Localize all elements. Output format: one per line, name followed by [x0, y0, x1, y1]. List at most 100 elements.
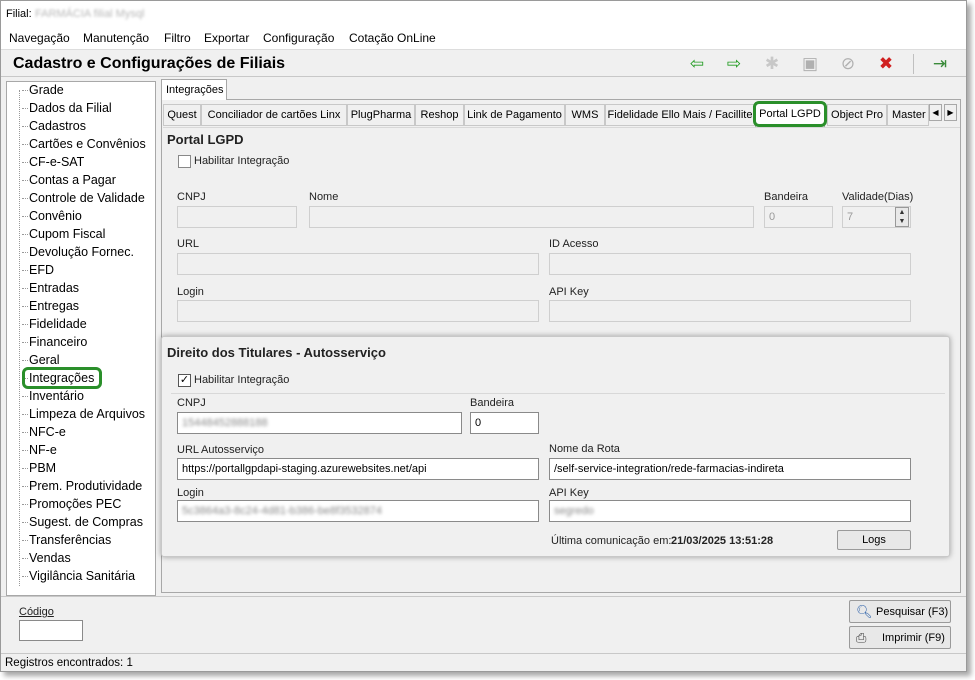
stepper-up-icon[interactable]: ▲: [896, 208, 908, 217]
codigo-label: Código: [19, 606, 54, 618]
sidebar-item-nfce[interactable]: NFC-e: [22, 425, 66, 439]
last-communication-value: 21/03/2025 13:51:28: [671, 535, 774, 547]
sidebar-item-inventario[interactable]: Inventário: [22, 389, 84, 403]
autosservico-bandeira-field[interactable]: 0: [470, 412, 539, 434]
tree-line: [19, 90, 20, 586]
sidebar-item-cadastros[interactable]: Cadastros: [22, 119, 86, 133]
pesquisar-button[interactable]: 🔍︎ Pesquisar (F3): [849, 600, 951, 623]
autosservico-url-field[interactable]: https://portallgpdapi-staging.azurewebsi…: [177, 458, 539, 480]
portal-bandeira-field[interactable]: 0: [764, 206, 833, 228]
save-icon[interactable]: ▣: [799, 54, 821, 74]
arrow-right-icon[interactable]: ⇨: [723, 54, 745, 74]
sidebar-item-pbm[interactable]: PBM: [21, 461, 56, 475]
portal-login-field[interactable]: [177, 300, 539, 322]
portal-validade-label: Validade(Dias): [842, 191, 914, 203]
sidebar-item-contas-a-pagar[interactable]: Contas a Pagar: [22, 173, 116, 187]
portal-cnpj-field[interactable]: [177, 206, 297, 228]
portal-bandeira-label: Bandeira: [764, 191, 809, 203]
sidebar-item-financeiro[interactable]: Financeiro: [21, 335, 87, 349]
search-icon: 🔍︎: [856, 604, 873, 619]
sidebar-item-nfe[interactable]: NF-e: [22, 443, 57, 457]
cancel-icon[interactable]: ⊘: [837, 54, 859, 74]
menu-configuracao[interactable]: Configuração: [263, 31, 334, 45]
integracoes-highlight: [22, 367, 102, 389]
sidebar-item-limpeza-arquivos[interactable]: Limpeza de Arquivos: [21, 407, 145, 421]
tab-object-pro[interactable]: Object Pro: [827, 104, 887, 126]
sidebar-item-cartoes-convenios[interactable]: Cartões e Convênios: [22, 137, 146, 151]
titlebar: Filial: FARMÁCIA filial Mysql: [1, 1, 966, 27]
portal-lgpd-highlight: [753, 101, 827, 127]
sidebar-item-dados-da-filial[interactable]: Dados da Filial: [22, 101, 112, 115]
printer-icon: ⎙: [856, 630, 867, 645]
toolbar-divider: [913, 54, 914, 74]
stepper-down-icon[interactable]: ▼: [896, 217, 908, 226]
sidebar-item-cupom-fiscal[interactable]: Cupom Fiscal: [21, 227, 105, 241]
tab-conciliador[interactable]: Conciliador de cartões Linx: [201, 104, 347, 126]
tabs-scroll-left-icon[interactable]: ◀: [929, 104, 942, 121]
portal-lgpd-title: Portal LGPD: [167, 132, 244, 147]
sidebar-item-entradas[interactable]: Entradas: [21, 281, 79, 295]
autosservico-enable-label: Habilitar Integração: [194, 374, 290, 386]
tab-wms[interactable]: WMS: [565, 104, 605, 126]
sidebar-item-promocoes-pec[interactable]: Promoções PEC: [21, 497, 121, 511]
autosservico-login-field[interactable]: 5c3864a3-8c24-4d81-b386-be8f3532874: [177, 500, 539, 522]
portal-id-field[interactable]: [549, 253, 911, 275]
tab-integracoes[interactable]: Integrações: [161, 79, 227, 100]
logs-button[interactable]: Logs: [837, 530, 911, 550]
autosservico-title: Direito dos Titulares - Autosserviço: [167, 345, 386, 360]
autosservico-rota-field[interactable]: /self-service-integration/rede-farmacias…: [549, 458, 911, 480]
validade-stepper[interactable]: ▲ ▼: [895, 207, 909, 227]
sidebar-item-controle-validade[interactable]: Controle de Validade: [22, 191, 145, 205]
sidebar-item-fidelidade[interactable]: Fidelidade: [22, 317, 87, 331]
sidebar-item-geral[interactable]: Geral: [22, 353, 60, 367]
menu-cotacao-online[interactable]: Cotação OnLine: [349, 31, 436, 45]
tab-quest[interactable]: Quest: [163, 104, 201, 126]
sidebar-item-entregas[interactable]: Entregas: [21, 299, 79, 313]
sidebar-item-cfe-sat[interactable]: CF-e-SAT: [21, 155, 84, 169]
exit-icon[interactable]: ⇥: [929, 54, 951, 74]
autosservico-cnpj-field[interactable]: 15448452888188: [177, 412, 462, 434]
autosservico-cnpj-label: CNPJ: [177, 397, 206, 409]
tab-plugpharma[interactable]: PlugPharma: [347, 104, 415, 126]
portal-url-field[interactable]: [177, 253, 539, 275]
sidebar-item-grade[interactable]: Grade: [22, 83, 64, 97]
delete-icon[interactable]: ✖: [875, 54, 897, 74]
imprimir-button[interactable]: ⎙ Imprimir (F9): [849, 626, 951, 649]
status-bar: Registros encontrados: 1: [1, 653, 966, 671]
main-window: Filial: FARMÁCIA filial Mysql Navegação …: [0, 0, 967, 672]
new-icon[interactable]: ✱: [761, 54, 783, 74]
tab-link-pagamento[interactable]: Link de Pagamento: [464, 104, 565, 126]
autosservico-enable-checkbox[interactable]: ✓: [178, 374, 191, 387]
portal-enable-label: Habilitar Integração: [194, 155, 290, 167]
page-header: Cadastro e Configurações de Filiais ⇦ ⇨ …: [1, 49, 966, 77]
sidebar-item-vendas[interactable]: Vendas: [22, 551, 71, 565]
menu-filtro[interactable]: Filtro: [164, 31, 191, 45]
tab-master[interactable]: Master: [887, 104, 929, 126]
autosservico-divider: [171, 393, 945, 394]
sidebar-item-efd[interactable]: EFD: [22, 263, 54, 277]
sidebar-item-convenio[interactable]: Convênio: [22, 209, 82, 223]
portal-nome-field[interactable]: [309, 206, 754, 228]
menu-manutencao[interactable]: Manutenção: [83, 31, 149, 45]
portal-enable-checkbox[interactable]: [178, 155, 191, 168]
tab-reshop[interactable]: Reshop: [415, 104, 464, 126]
autosservico-apikey-field[interactable]: segredo: [549, 500, 911, 522]
codigo-input[interactable]: [19, 620, 83, 641]
portal-apikey-field[interactable]: [549, 300, 911, 322]
sidebar-item-prem-produtividade[interactable]: Prem. Produtividade: [21, 479, 142, 493]
autosservico-bandeira-label: Bandeira: [470, 397, 515, 409]
last-communication-label: Última comunicação em:: [551, 535, 672, 547]
menu-navegacao[interactable]: Navegação: [9, 31, 70, 45]
sidebar-item-transferencias[interactable]: Transferências: [21, 533, 111, 547]
menu-exportar[interactable]: Exportar: [204, 31, 249, 45]
pesquisar-label: Pesquisar (F3): [876, 606, 949, 618]
sidebar-item-sugest-compras[interactable]: Sugest. de Compras: [22, 515, 143, 529]
autosservico-login-label: Login: [177, 487, 204, 499]
tabs-scroll-right-icon[interactable]: ▶: [944, 104, 957, 121]
autosservico-apikey-label: API Key: [549, 487, 589, 499]
sidebar-item-devolucao-fornec[interactable]: Devolução Fornec.: [22, 245, 134, 259]
arrow-left-icon[interactable]: ⇦: [686, 54, 708, 74]
sidebar-item-vigilancia-sanitaria[interactable]: Vigilância Sanitária: [21, 569, 135, 583]
menubar: Navegação Manutenção Filtro Exportar Con…: [1, 27, 966, 49]
tab-fidelidade-ello[interactable]: Fidelidade Ello Mais / Facillite: [605, 104, 755, 126]
